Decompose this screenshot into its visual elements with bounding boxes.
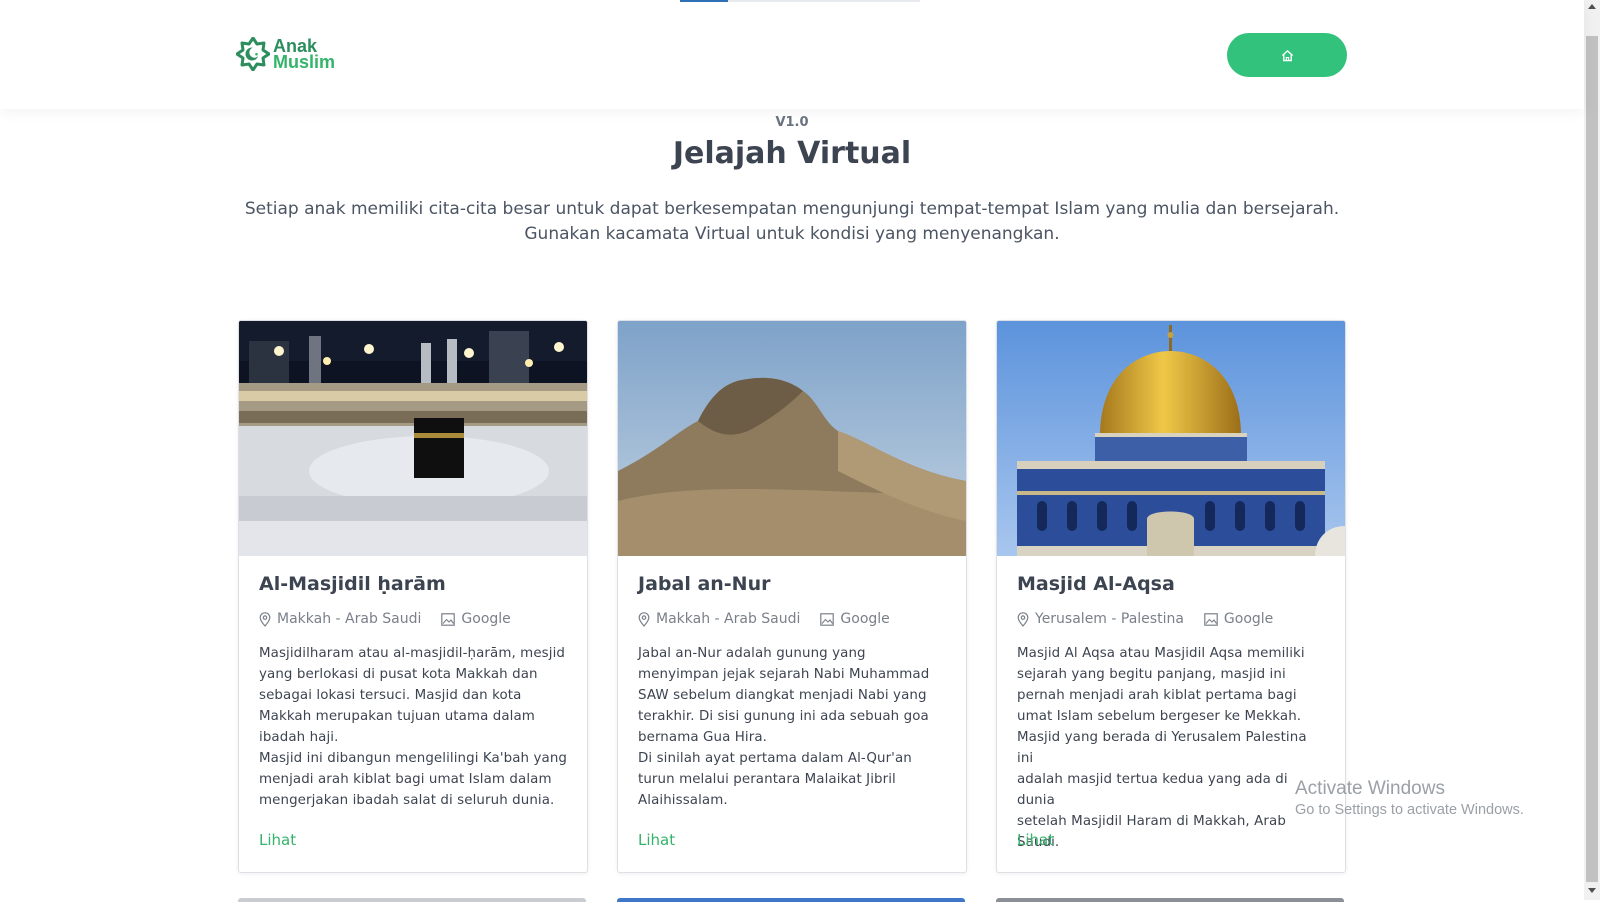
card-description-line: umat Islam sebelum bergeser ke Mekkah. xyxy=(1017,709,1302,724)
card-title: Masjid Al-Aqsa xyxy=(1017,573,1175,595)
logo-star-crescent-icon xyxy=(236,37,270,71)
card-description-line: Masjid Al Aqsa atau Masjidil Aqsa memili… xyxy=(1017,646,1305,661)
jabal-an-nur-photo xyxy=(618,321,966,556)
card-description-line: yang berlokasi di pusat kota Makkah dan xyxy=(259,667,538,682)
card-description-line: Saudi. xyxy=(1017,835,1060,850)
next-card-top-edge xyxy=(238,898,586,902)
card-description-line: Jabal an-Nur adalah gunung yang xyxy=(638,646,866,661)
card-description-line: menjadi arah kiblat bagi umat Islam dala… xyxy=(259,772,552,787)
card-description-line: turun melalui perantara Malaikat Jibril xyxy=(638,772,896,787)
card-location: Makkah - Arab Saudi xyxy=(656,611,801,627)
card-image-source: Google xyxy=(840,611,890,627)
card-description-line: Di sinilah ayat pertama dalam Al-Qur'an xyxy=(638,751,912,766)
place-card-jabal-an-nur: Jabal an-Nur Makkah - Arab Saudi Google … xyxy=(617,320,967,873)
card-description-line: sebagai lokasi tersuci. Masjid dan kota xyxy=(259,688,522,703)
location-pin-icon xyxy=(259,611,271,627)
location-pin-icon xyxy=(638,611,650,627)
activate-windows-title: Activate Windows xyxy=(1295,778,1445,799)
intro-line: Gunakan kacamata Virtual untuk kondisi y… xyxy=(524,224,1060,244)
page-scrollbar[interactable] xyxy=(1584,0,1600,900)
image-icon xyxy=(1204,612,1218,626)
intro-line: Setiap anak memiliki cita-cita besar unt… xyxy=(244,199,1340,219)
card-description-line: mengerjakan ibadah salat di seluruh duni… xyxy=(259,793,555,808)
card-location: Yerusalem - Palestina xyxy=(1035,611,1184,627)
card-description: Masjid Al Aqsa atau Masjidil Aqsa memili… xyxy=(1017,643,1327,853)
card-description-line: Masjid ini dibangun mengelilingi Ka'bah … xyxy=(259,751,568,766)
card-location: Makkah - Arab Saudi xyxy=(277,611,422,627)
view-link[interactable]: Lihat xyxy=(1017,831,1054,849)
intro-text: Setiap anak memiliki cita-cita besar unt… xyxy=(240,197,1344,247)
card-meta: Makkah - Arab Saudi Google xyxy=(638,611,890,627)
card-description-line: Alaihissalam. xyxy=(638,793,728,808)
card-description-line: bernama Gua Hira. xyxy=(638,730,767,745)
scroll-down-arrow-icon[interactable] xyxy=(1588,888,1596,893)
scrollbar-thumb[interactable] xyxy=(1586,36,1598,882)
view-link[interactable]: Lihat xyxy=(259,831,296,849)
masjid-al-aqsa-photo xyxy=(997,321,1345,556)
card-description-line: adalah masjid tertua kedua yang ada di d… xyxy=(1017,772,1288,808)
image-icon xyxy=(820,612,835,626)
card-description-line: sejarah yang begitu panjang, masjid ini xyxy=(1017,667,1286,682)
activate-windows-subtitle: Go to Settings to activate Windows. xyxy=(1295,802,1524,818)
card-description-line: Masjidilharam atau al-masjidil-ḥarām, me… xyxy=(259,646,565,661)
logo-line2: Muslim xyxy=(273,52,336,72)
reading-progress-fill xyxy=(680,0,728,2)
card-title: Jabal an-Nur xyxy=(638,573,771,595)
page-title: Jelajah Virtual xyxy=(672,136,912,171)
card-description: Jabal an-Nur adalah gunung yang menyimpa… xyxy=(638,643,948,811)
card-description-line: Masjid yang berada di Yerusalem Palestin… xyxy=(1017,730,1307,766)
location-pin-icon xyxy=(1017,611,1029,627)
card-meta: Makkah - Arab Saudi Google xyxy=(259,611,511,627)
card-title: Al-Masjidil ḥarām xyxy=(259,573,446,595)
site-header: Anak Muslim xyxy=(0,0,1584,109)
logo-text: Anak Muslim xyxy=(273,37,336,72)
reading-progress-bar xyxy=(680,0,920,2)
home-icon xyxy=(1281,49,1293,61)
card-description-line: ibadah haji. xyxy=(259,730,339,745)
place-card-masjid-al-aqsa: Masjid Al-Aqsa Yerusalem - Palestina Goo… xyxy=(996,320,1346,873)
card-meta: Yerusalem - Palestina Google xyxy=(1017,611,1273,627)
card-description-line: menyimpan jejak sejarah Nabi Muhammad xyxy=(638,667,930,682)
card-description: Masjidilharam atau al-masjidil-ḥarām, me… xyxy=(259,643,569,811)
site-logo[interactable]: Anak Muslim xyxy=(236,37,335,71)
card-description-line: pernah menjadi arah kiblat pertama bagi xyxy=(1017,688,1297,703)
card-image-source: Google xyxy=(1223,611,1274,627)
home-button[interactable] xyxy=(1227,33,1347,77)
card-image-source: Google xyxy=(461,611,511,627)
image-icon xyxy=(441,612,456,626)
version-label: V1.0 xyxy=(775,115,809,130)
card-description-line: setelah Masjidil Haram di Makkah, Arab xyxy=(1017,814,1286,829)
next-card-top-edge xyxy=(996,898,1344,902)
card-description-line: terakhir. Di sisi gunung ini ada sebuah … xyxy=(638,709,929,724)
view-link[interactable]: Lihat xyxy=(638,831,675,849)
masjidil-haram-photo xyxy=(239,321,587,556)
place-card-masjidil-haram: Al-Masjidil ḥarām Makkah - Arab Saudi Go… xyxy=(238,320,588,873)
scroll-up-arrow-icon[interactable] xyxy=(1588,4,1596,9)
card-description-line: Makkah merupakan tujuan utama dalam xyxy=(259,709,535,724)
next-card-top-edge xyxy=(617,898,965,902)
card-description-line: SAW sebelum diangkat menjadi Nabi yang xyxy=(638,688,927,703)
